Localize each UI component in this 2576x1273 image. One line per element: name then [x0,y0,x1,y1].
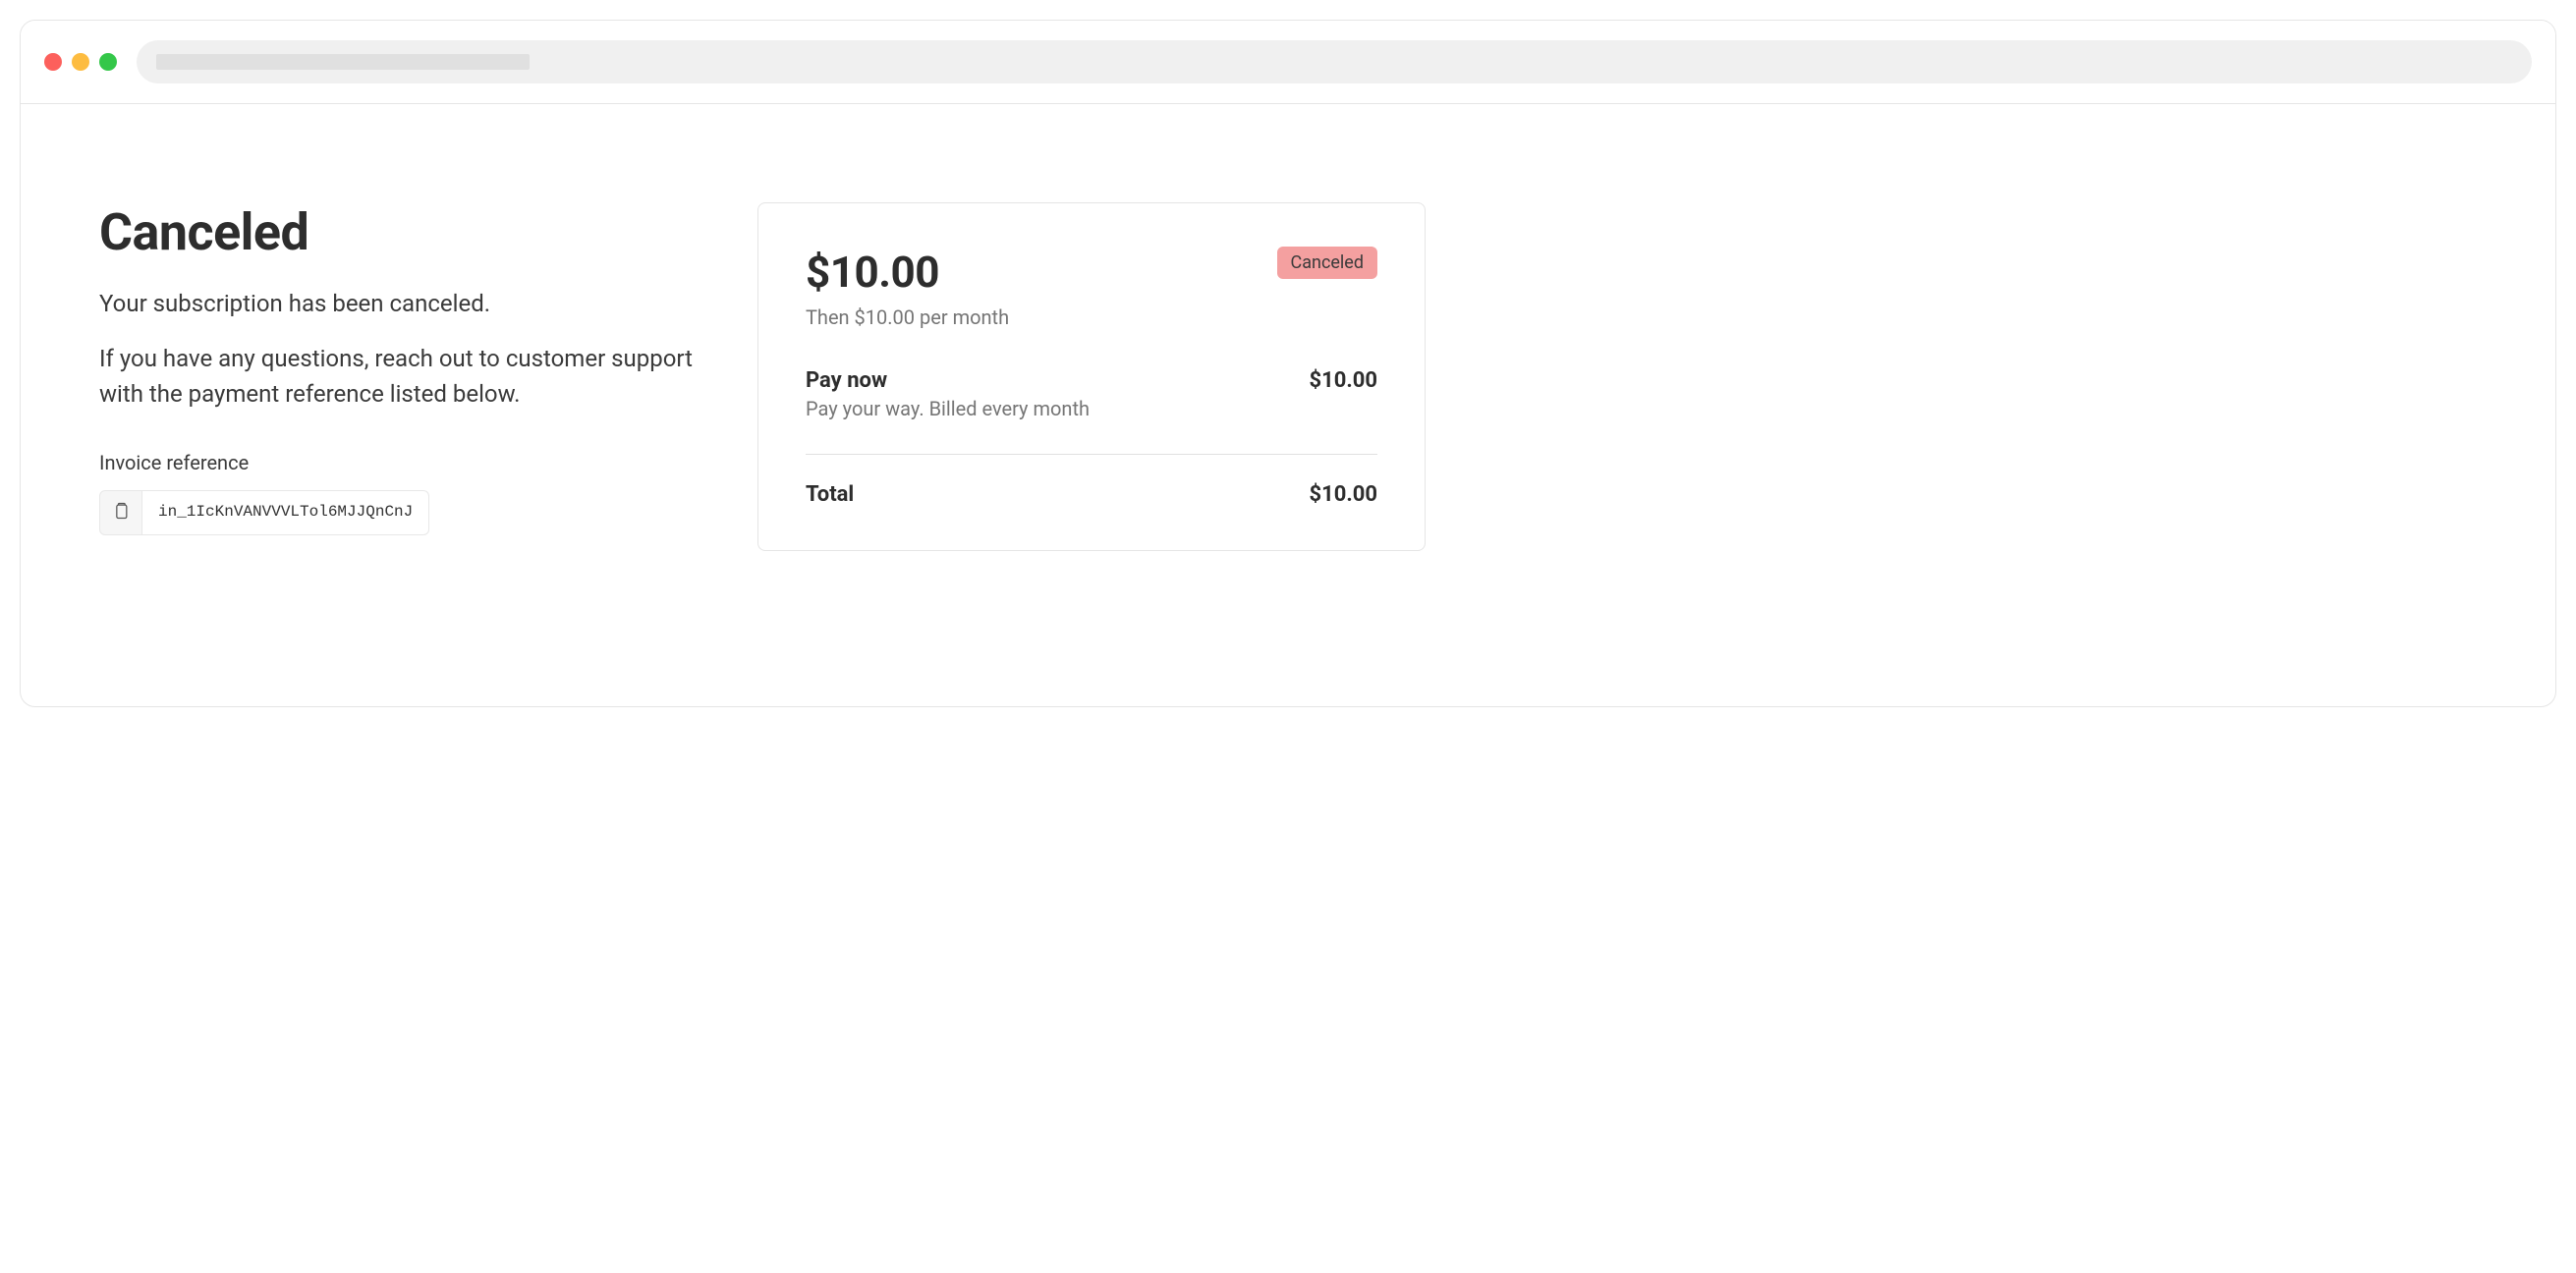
browser-chrome [21,21,2555,104]
invoice-reference-container: in_1IcKnVANVVVLTol6MJJQnCnJ [99,490,699,535]
copy-button[interactable] [99,490,142,535]
summary-recurrence-text: Then $10.00 per month [806,305,1377,329]
line-item-left: Pay now Pay your way. Billed every month [806,368,1090,420]
left-column: Canceled Your subscription has been canc… [99,202,699,551]
line-item-label: Pay now [806,368,1090,393]
support-text: If you have any questions, reach out to … [99,341,699,412]
status-badge: Canceled [1277,247,1378,279]
window-minimize-button[interactable] [72,53,89,71]
page-title: Canceled [99,202,699,262]
summary-amount: $10.00 [806,247,939,298]
line-item: Pay now Pay your way. Billed every month… [806,368,1377,426]
clipboard-icon [111,501,131,525]
address-bar-content [156,54,530,70]
divider [806,454,1377,455]
total-value: $10.00 [1310,482,1378,507]
summary-card: $10.00 Canceled Then $10.00 per month Pa… [757,202,1426,551]
window-close-button[interactable] [44,53,62,71]
invoice-reference-label: Invoice reference [99,451,699,474]
line-item-value: $10.00 [1310,368,1378,393]
invoice-reference-value[interactable]: in_1IcKnVANVVVLTol6MJJQnCnJ [142,490,429,535]
right-column: $10.00 Canceled Then $10.00 per month Pa… [757,202,1426,551]
browser-window: Canceled Your subscription has been canc… [20,20,2556,707]
address-bar[interactable] [137,40,2532,83]
total-row: Total $10.00 [806,482,1377,507]
page-content: Canceled Your subscription has been canc… [21,104,2555,610]
total-label: Total [806,482,854,507]
window-controls [44,53,117,71]
summary-header: $10.00 Canceled [806,247,1377,298]
line-item-description: Pay your way. Billed every month [806,397,1090,420]
window-maximize-button[interactable] [99,53,117,71]
subscription-canceled-text: Your subscription has been canceled. [99,286,699,321]
